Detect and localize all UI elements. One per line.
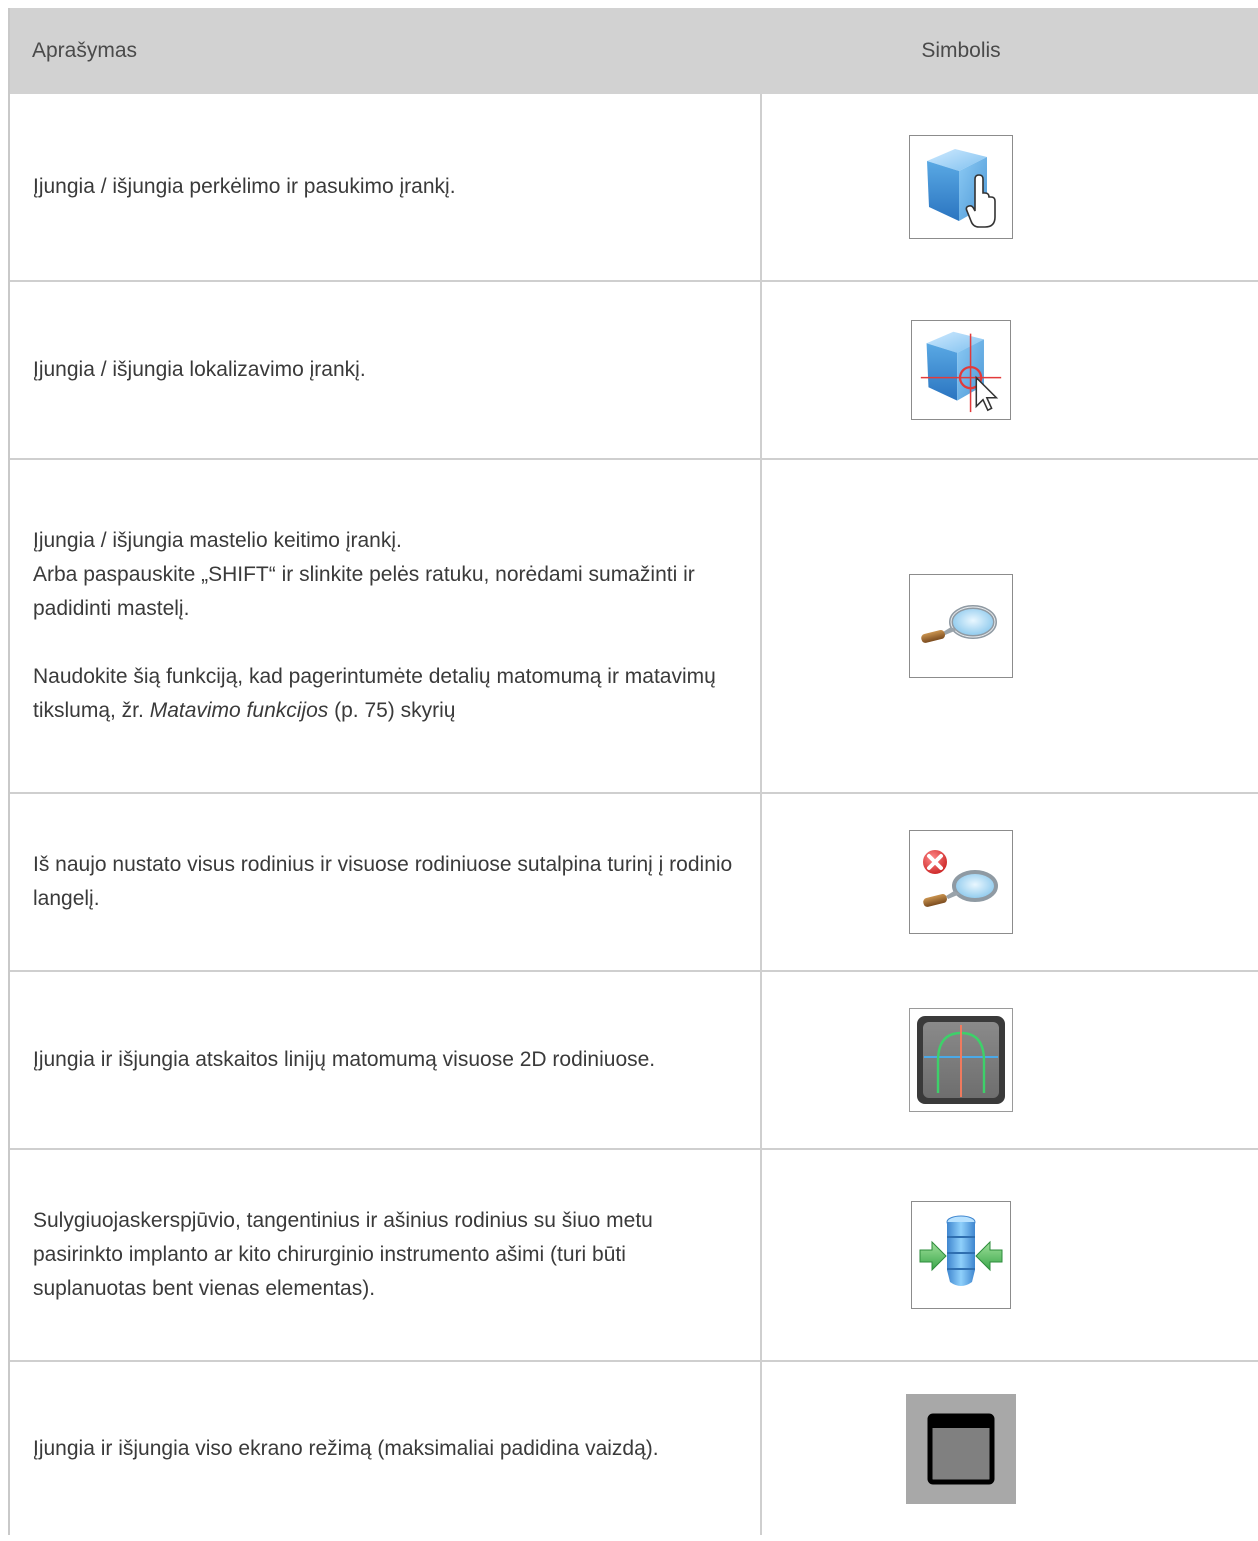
description-text: Įjungia ir išjungia viso ekrano režimą (… [33, 1436, 659, 1460]
row-description: Įjungia ir išjungia viso ekrano režimą (… [10, 1362, 762, 1535]
row-symbol [762, 1362, 1258, 1535]
reset-zoom-magnifier-icon [909, 830, 1013, 934]
description-text: Įjungia / išjungia perkėlimo ir pasukimo… [33, 175, 456, 198]
row-symbol [762, 972, 1258, 1148]
row-symbol [762, 460, 1258, 792]
table-header: Aprašymas Simbolis [10, 8, 1258, 94]
fullscreen-window-icon [906, 1393, 1016, 1504]
description-line-1: Įjungia / išjungia mastelio keitimo įran… [33, 529, 402, 552]
table-row: Įjungia / išjungia perkėlimo ir pasukimo… [10, 94, 1258, 282]
localize-cube-crosshair-icon [911, 320, 1011, 420]
description-text: Sulygiuojaskerspjūvio, tangentinius ir a… [33, 1209, 653, 1300]
row-symbol [762, 282, 1258, 458]
row-description: Įjungia / išjungia perkėlimo ir pasukimo… [10, 94, 762, 280]
description-paragraph-2: Naudokite šią funkciją, kad pagerintumėt… [33, 665, 716, 722]
row-description: Įjungia ir išjungia atskaitos linijų mat… [10, 972, 762, 1148]
table-row: Įjungia ir išjungia viso ekrano režimą (… [10, 1362, 1258, 1535]
description-line-2: Arba paspauskite „SHIFT“ ir slinkite pel… [33, 563, 695, 620]
table-row: Įjungia / išjungia mastelio keitimo įran… [10, 460, 1258, 794]
table-row: Įjungia / išjungia lokalizavimo įrankį. [10, 282, 1258, 460]
table-row: Sulygiuojaskerspjūvio, tangentinius ir a… [10, 1150, 1258, 1362]
section-reference-link[interactable]: Matavimo funkcijos [150, 699, 329, 722]
description-text: Įjungia ir išjungia atskaitos linijų mat… [33, 1048, 656, 1071]
reference-lines-icon [909, 1008, 1013, 1112]
row-symbol [762, 94, 1258, 280]
row-description: Sulygiuojaskerspjūvio, tangentinius ir a… [10, 1150, 762, 1360]
align-implant-axis-icon [911, 1201, 1011, 1309]
row-symbol [762, 1150, 1258, 1360]
description-text: Įjungia / išjungia lokalizavimo įrankį. [33, 358, 366, 381]
row-description: Įjungia / išjungia mastelio keitimo įran… [10, 460, 762, 792]
row-description: Įjungia / išjungia lokalizavimo įrankį. [10, 282, 762, 458]
header-symbol: Simbolis [921, 39, 1001, 62]
description-text: Iš naujo nustato visus rodinius ir visuo… [33, 853, 733, 910]
symbols-table: Aprašymas Simbolis Įjungia / išjungia pe… [8, 8, 1258, 1535]
zoom-magnifier-icon [909, 574, 1013, 678]
row-description: Iš naujo nustato visus rodinius ir visuo… [10, 794, 762, 970]
row-symbol [762, 794, 1258, 970]
table-row: Įjungia ir išjungia atskaitos linijų mat… [10, 972, 1258, 1150]
move-rotate-cube-hand-icon [909, 135, 1013, 239]
table-row: Iš naujo nustato visus rodinius ir visuo… [10, 794, 1258, 972]
header-description: Aprašymas [32, 39, 138, 62]
